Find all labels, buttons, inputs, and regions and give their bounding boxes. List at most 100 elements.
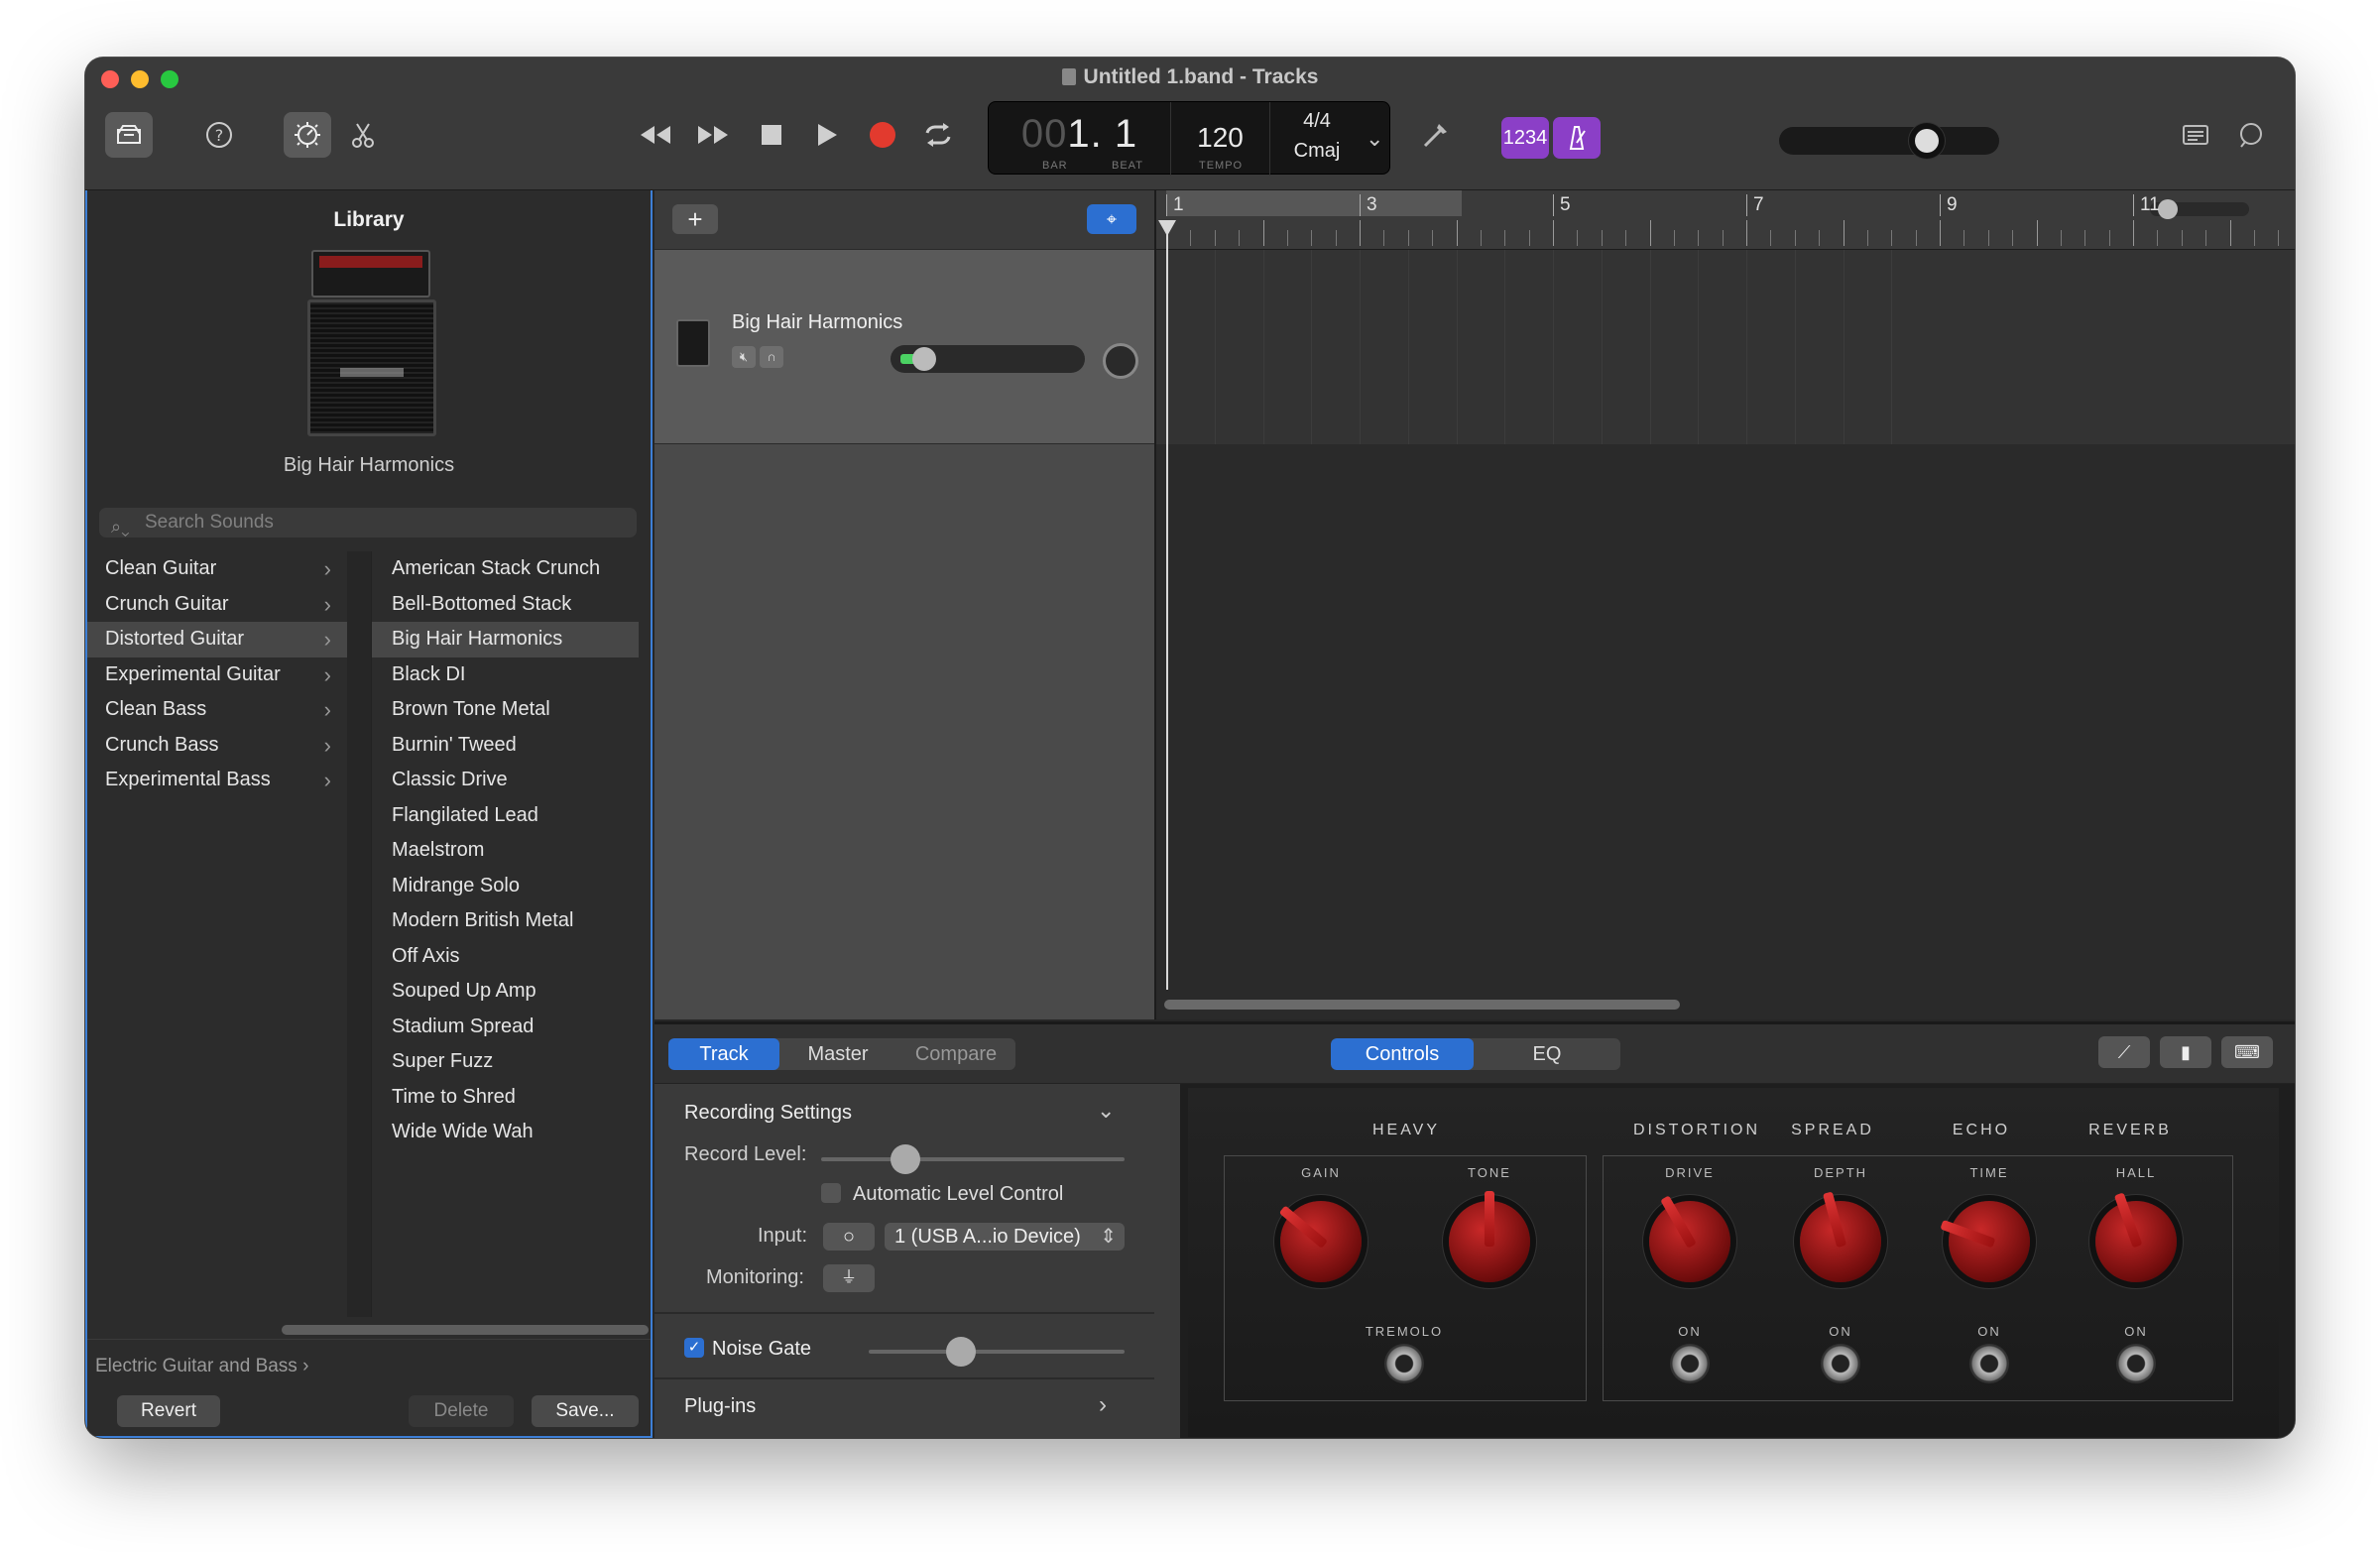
tuner-tool-icon[interactable]: ⟋ [2098, 1036, 2150, 1068]
loop-browser-icon[interactable] [2231, 112, 2271, 158]
delete-button[interactable]: Delete [409, 1395, 514, 1427]
cycle-region[interactable] [1166, 190, 1462, 216]
tab-master[interactable]: Master [779, 1038, 896, 1070]
keyboard-icon[interactable]: ⌨ [2221, 1036, 2273, 1068]
chevron-right-icon[interactable]: › [1099, 1391, 1107, 1419]
pedalboard-icon[interactable]: ▮ [2160, 1036, 2211, 1068]
scissors-icon[interactable] [345, 112, 381, 158]
mute-icon[interactable]: 🔇︎ [732, 346, 756, 368]
zoom-knob[interactable] [2158, 199, 2178, 219]
fast-forward-icon[interactable] [692, 112, 736, 158]
tab-compare[interactable]: Compare [896, 1038, 1015, 1070]
spread-toggle[interactable] [1821, 1344, 1860, 1383]
track-name[interactable]: Big Hair Harmonics [732, 311, 902, 334]
plugins-header[interactable]: Plug-ins [684, 1395, 756, 1418]
reverb-toggle[interactable] [2116, 1344, 2156, 1383]
input-format-icon[interactable]: ○ [823, 1223, 875, 1251]
sound-item[interactable]: Big Hair Harmonics [372, 622, 639, 657]
chevron-down-icon[interactable]: ⌄ [1097, 1098, 1115, 1124]
category-item[interactable]: Experimental Bass › [87, 763, 347, 798]
lcd-dropdown-icon[interactable]: ⌄ [1366, 126, 1383, 152]
lcd-signature: 4/4 Cmaj [1270, 102, 1364, 176]
monitoring-icon[interactable]: ⏚ [823, 1264, 875, 1292]
record-icon[interactable] [863, 112, 902, 158]
catch-playhead-icon[interactable]: ⌖ [1087, 204, 1136, 234]
lcd-display[interactable]: 001. 1 BAR BEAT 120 TEMPO 4/4 Cmaj ⌄ [988, 101, 1390, 176]
drive-knob[interactable] [1649, 1195, 1730, 1282]
notepad-icon[interactable] [2176, 112, 2215, 158]
echo-toggle[interactable] [1969, 1344, 2009, 1383]
sound-item[interactable]: Time to Shred [372, 1080, 639, 1116]
category-item[interactable]: Experimental Guitar › [87, 657, 347, 693]
sound-item[interactable]: Wide Wide Wah [372, 1115, 639, 1150]
cycle-icon[interactable] [918, 112, 958, 158]
ruler[interactable]: 135791113 [1156, 190, 2295, 250]
time-knob[interactable] [1940, 1201, 2030, 1282]
record-level-knob[interactable] [891, 1144, 920, 1174]
distortion-toggle[interactable] [1670, 1344, 1710, 1383]
noise-gate-slider[interactable] [869, 1337, 1125, 1367]
record-level-slider[interactable] [821, 1144, 1125, 1174]
sound-item[interactable]: Maelstrom [372, 833, 639, 869]
add-track-button[interactable]: + [672, 204, 718, 234]
sound-item[interactable]: Modern British Metal [372, 903, 639, 939]
category-item[interactable]: Clean Bass › [87, 692, 347, 728]
sound-item[interactable]: Bell-Bottomed Stack [372, 587, 639, 623]
tab-controls[interactable]: Controls [1331, 1038, 1474, 1070]
sound-item[interactable]: Off Axis [372, 939, 639, 975]
category-item[interactable]: Crunch Bass › [87, 728, 347, 764]
sound-item[interactable]: American Stack Crunch [372, 551, 639, 587]
library-breadcrumb[interactable]: Electric Guitar and Bass › [95, 1356, 308, 1377]
sound-item[interactable]: Souped Up Amp [372, 974, 639, 1010]
master-volume-knob[interactable] [1915, 129, 1939, 153]
revert-button[interactable]: Revert [117, 1395, 220, 1427]
playhead[interactable] [1166, 224, 1168, 990]
tremolo-toggle[interactable] [1384, 1344, 1424, 1383]
help-icon[interactable]: ? [196, 112, 242, 158]
stop-icon[interactable] [752, 112, 791, 158]
gain-knob[interactable] [1278, 1201, 1362, 1282]
category-item[interactable]: Crunch Guitar › [87, 587, 347, 623]
rewind-icon[interactable] [633, 112, 676, 158]
sound-item[interactable]: Super Fuzz [372, 1044, 639, 1080]
sound-item[interactable]: Flangilated Lead [372, 798, 639, 834]
tuner-icon[interactable] [1414, 112, 1458, 158]
depth-knob[interactable] [1800, 1191, 1881, 1282]
recording-settings-header[interactable]: Recording Settings [684, 1102, 852, 1125]
auto-level-checkbox[interactable] [821, 1183, 841, 1203]
headphones-icon[interactable]: ∩ [760, 346, 783, 368]
track-lane[interactable] [1156, 250, 2295, 444]
tab-track[interactable]: Track [668, 1038, 779, 1070]
horizontal-zoom-slider[interactable] [2150, 199, 2249, 219]
play-icon[interactable] [807, 112, 847, 158]
track-volume-slider[interactable] [891, 345, 1085, 373]
metronome-icon[interactable] [1553, 117, 1601, 159]
noise-gate-checkbox[interactable]: ✓ [684, 1338, 704, 1358]
count-in-icon[interactable]: 1234 [1501, 117, 1549, 159]
track-header[interactable]: Big Hair Harmonics 🔇︎ ∩ [654, 250, 1154, 444]
master-volume-slider[interactable] [1779, 127, 1999, 155]
category-item[interactable]: Clean Guitar › [87, 551, 347, 587]
noise-gate-knob[interactable] [946, 1337, 976, 1367]
timeline-scrollbar[interactable] [1164, 1000, 1680, 1010]
timeline[interactable]: 135791113 [1154, 190, 2295, 1019]
tone-knob[interactable] [1449, 1191, 1530, 1282]
sound-item[interactable]: Black DI [372, 657, 639, 693]
hall-knob[interactable] [2095, 1192, 2177, 1282]
sound-item[interactable]: Brown Tone Metal [372, 692, 639, 728]
sound-item[interactable]: Classic Drive [372, 763, 639, 798]
sound-item[interactable]: Burnin' Tweed [372, 728, 639, 764]
library-icon[interactable] [105, 112, 153, 158]
sound-item[interactable]: Stadium Spread [372, 1010, 639, 1045]
category-item[interactable]: Distorted Guitar › [87, 622, 347, 657]
pan-knob[interactable] [1103, 343, 1138, 379]
search-input[interactable]: ⌕⌄ Search Sounds [99, 508, 637, 537]
save-button[interactable]: Save... [532, 1395, 639, 1427]
track-volume-knob[interactable] [912, 347, 936, 371]
input-select[interactable]: 1 (USB A...io Device) ⇕ [885, 1223, 1125, 1251]
library-scrollbar[interactable] [282, 1325, 649, 1335]
tab-eq[interactable]: EQ [1474, 1038, 1620, 1070]
sound-item[interactable]: Midrange Solo [372, 869, 639, 904]
smart-controls-icon[interactable] [284, 112, 331, 158]
stepper-icon: ⇕ [1100, 1226, 1117, 1248]
